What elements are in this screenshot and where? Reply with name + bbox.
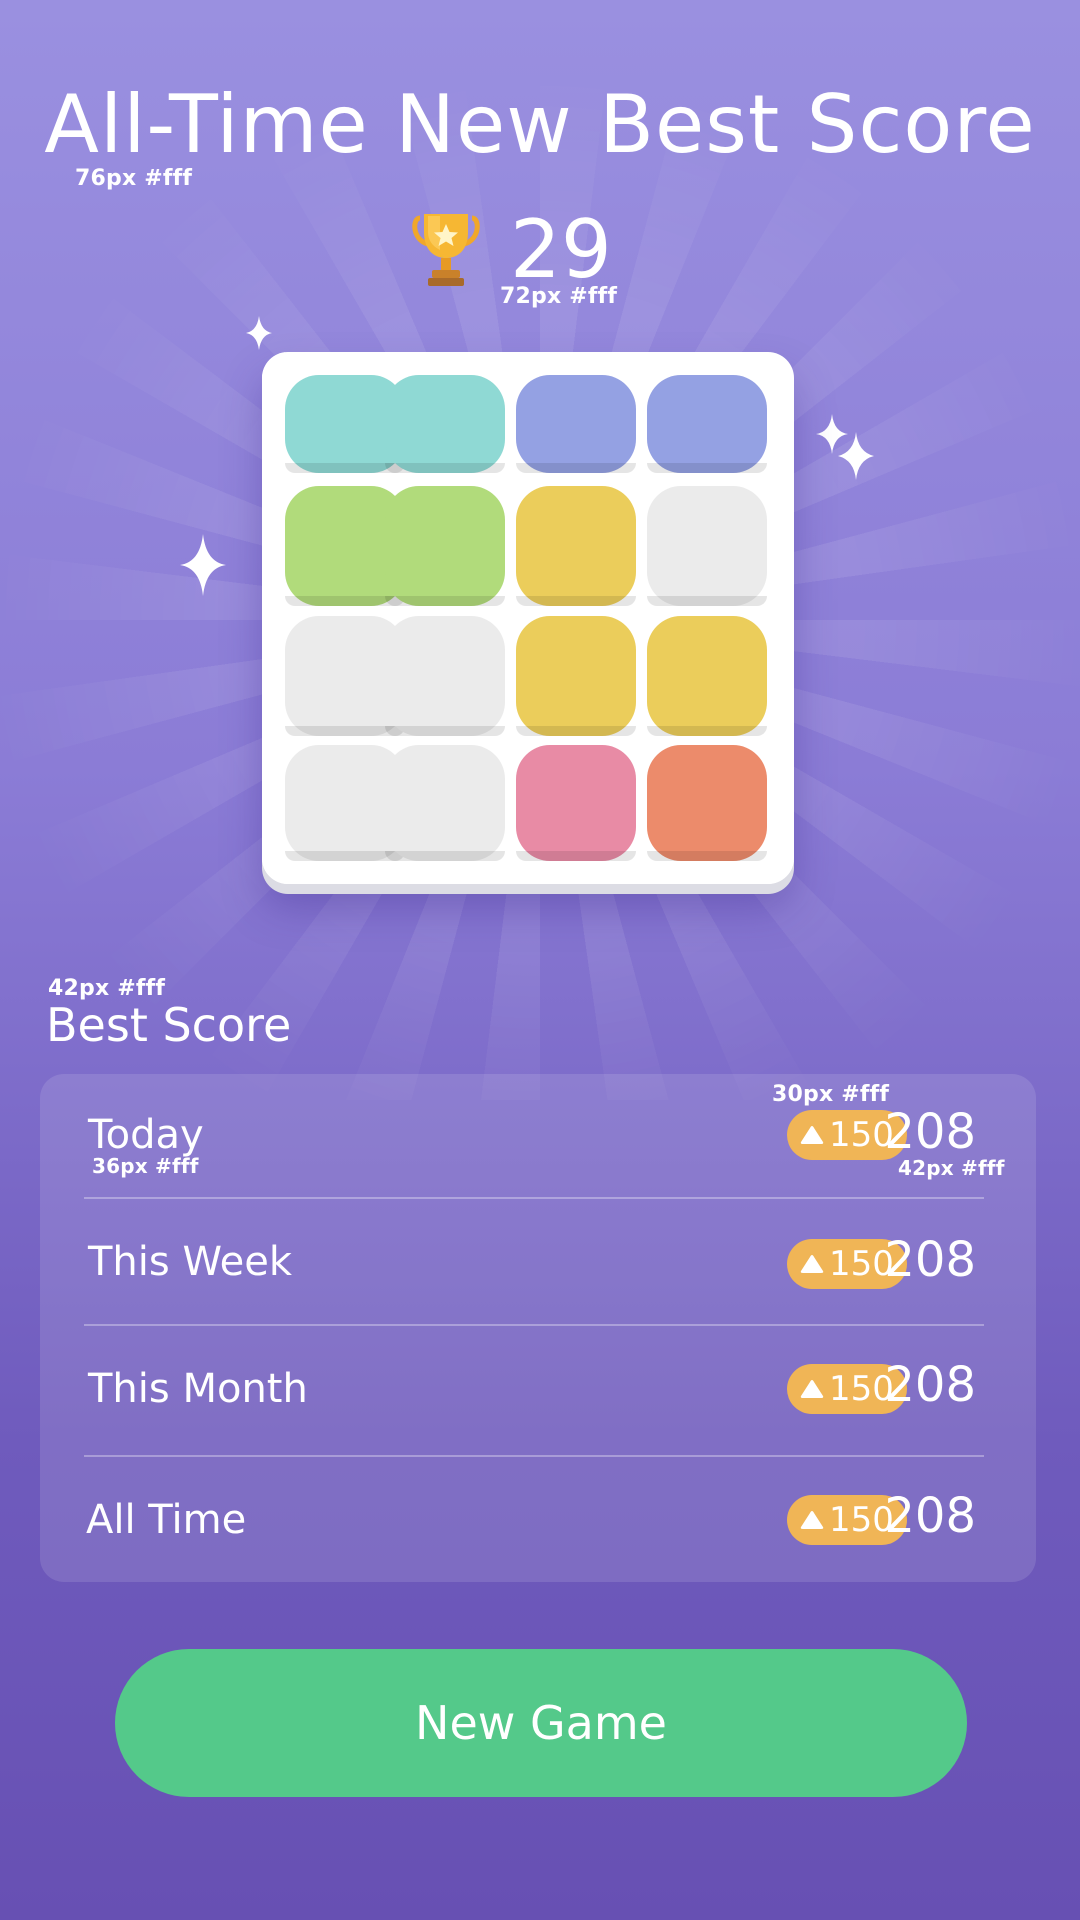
sparkle-icon bbox=[246, 316, 272, 350]
board-tile bbox=[516, 375, 636, 473]
sparkle-icon bbox=[180, 534, 226, 596]
board-bottom-edge bbox=[262, 861, 794, 884]
board-tile bbox=[516, 616, 636, 736]
row-divider bbox=[84, 1455, 984, 1457]
triangle-up-icon bbox=[800, 1126, 824, 1144]
row-value: 208 bbox=[884, 1488, 976, 1544]
best-score-panel: Today 150 208 36px #fff 42px #fff This W… bbox=[40, 1074, 1036, 1582]
row-value: 208 bbox=[884, 1232, 976, 1288]
row-divider bbox=[84, 1324, 984, 1326]
page-title: All-Time New Best Score bbox=[44, 78, 1036, 171]
row-value-size-annotation: 42px #fff bbox=[898, 1156, 1005, 1180]
sparkle-icon bbox=[816, 414, 874, 480]
board-tile bbox=[516, 745, 636, 861]
board-tile bbox=[647, 616, 767, 736]
row-label: This Month bbox=[88, 1366, 308, 1412]
board-left-edge bbox=[262, 352, 285, 884]
board-tile bbox=[385, 486, 505, 606]
row-divider bbox=[84, 1197, 984, 1199]
board-tile bbox=[516, 486, 636, 606]
board-tile bbox=[385, 745, 505, 861]
row-value: 208 bbox=[884, 1104, 976, 1160]
triangle-up-icon bbox=[800, 1511, 824, 1529]
trophy-icon bbox=[412, 214, 480, 286]
best-score-heading: Best Score bbox=[46, 998, 292, 1052]
score-size-annotation: 72px #fff bbox=[500, 284, 618, 309]
triangle-up-icon bbox=[800, 1380, 824, 1398]
row-value: 208 bbox=[884, 1357, 976, 1413]
new-game-button[interactable]: New Game bbox=[115, 1649, 967, 1797]
row-label: This Week bbox=[88, 1239, 293, 1285]
board-tile bbox=[385, 616, 505, 736]
board-tile bbox=[647, 375, 767, 473]
row-label: Today bbox=[88, 1112, 204, 1158]
new-score-value: 29 bbox=[510, 203, 612, 296]
row-label: All Time bbox=[86, 1497, 247, 1543]
title-size-annotation: 76px #fff bbox=[75, 166, 193, 191]
row-label-size-annotation: 36px #fff bbox=[92, 1154, 199, 1178]
board-tile bbox=[385, 375, 505, 473]
game-board bbox=[262, 352, 794, 884]
board-tile bbox=[647, 486, 767, 606]
triangle-up-icon bbox=[800, 1255, 824, 1273]
board-tile bbox=[647, 745, 767, 861]
